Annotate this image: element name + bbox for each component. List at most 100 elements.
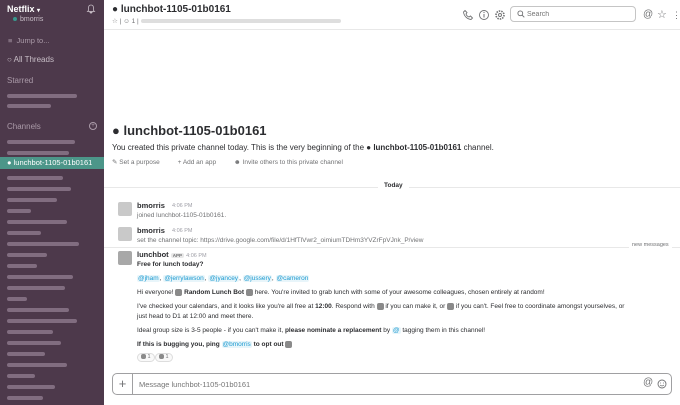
channel-item[interactable] <box>0 347 104 357</box>
channel-item[interactable] <box>0 380 104 390</box>
more-icon[interactable]: ⋮ <box>672 9 680 21</box>
thumbs-up-icon <box>141 354 146 360</box>
channel-item[interactable] <box>0 325 104 335</box>
user-mention[interactable]: @cameron <box>275 275 310 282</box>
bell-icon[interactable] <box>86 4 96 14</box>
intro-title: ● lunchbot-1105-01b0161 <box>112 123 267 138</box>
user-mention[interactable]: @jussery <box>242 275 272 282</box>
set-purpose-link[interactable]: ✎ Set a purpose <box>112 159 168 166</box>
info-icon[interactable] <box>478 9 490 21</box>
message-time[interactable]: 4:06 PM <box>172 203 192 209</box>
message-author[interactable]: bmorris <box>137 201 165 210</box>
star-icon[interactable]: ☆ <box>657 9 669 21</box>
starred-section-title[interactable]: Starred <box>7 76 33 85</box>
channel-meta: ☆ | ☺ 1 | <box>112 17 341 25</box>
channel-item[interactable] <box>0 193 104 203</box>
channel-item[interactable] <box>0 237 104 247</box>
starred-item[interactable] <box>0 89 104 99</box>
user-mention[interactable]: @jham <box>137 275 160 282</box>
active-channel-label: lunchbot-1105-01b0161 <box>13 158 93 167</box>
channel-item[interactable] <box>0 281 104 291</box>
channel-item[interactable] <box>0 259 104 269</box>
phone-icon[interactable] <box>462 9 474 21</box>
invite-label: Invite others to this private channel <box>242 159 343 166</box>
new-messages-divider <box>104 247 680 248</box>
user-label: bmorris <box>20 16 44 23</box>
bot-name: lunchbot <box>137 250 169 259</box>
channel-item[interactable] <box>0 135 104 145</box>
emoji-picker-icon[interactable] <box>657 379 667 389</box>
bot-text-bold: please nominate a replacement <box>284 327 382 334</box>
intro-channel-ref[interactable]: ● lunchbot-1105-01b0161 <box>366 143 461 152</box>
gear-icon[interactable] <box>494 9 506 21</box>
channel-item[interactable] <box>0 182 104 192</box>
lock-icon: ● <box>112 4 119 15</box>
bot-text: here. You're invited to grab lunch with … <box>254 289 545 297</box>
bot-text: if you can make it, or <box>385 303 446 311</box>
avatar[interactable] <box>118 227 132 241</box>
channel-item[interactable] <box>0 226 104 236</box>
all-threads-link[interactable]: ○ All Threads <box>7 55 54 64</box>
all-threads-label: All Threads <box>13 55 54 64</box>
intro-text: You created this private channel today. … <box>112 143 494 152</box>
channel-item[interactable] <box>0 146 104 156</box>
add-app-link[interactable]: + Add an app <box>178 159 225 166</box>
bot-avatar[interactable] <box>118 251 132 265</box>
message-time[interactable]: 4:06 PM <box>186 253 206 259</box>
channel-item[interactable] <box>0 215 104 225</box>
channel-item[interactable] <box>0 204 104 214</box>
bot-emoji-icon <box>245 289 253 296</box>
user-mention[interactable]: @jyancey <box>208 275 240 282</box>
add-channel-icon[interactable]: + <box>89 122 97 130</box>
sidebar: Netflix ▾ bmorris ≡ Jump to... ○ All Thr… <box>0 0 104 405</box>
message-time[interactable]: 4:06 PM <box>172 228 192 234</box>
workspace-name[interactable]: Netflix ▾ <box>7 4 40 14</box>
channel-item[interactable] <box>0 270 104 280</box>
channel-item[interactable] <box>0 292 104 302</box>
search-input[interactable] <box>527 8 627 20</box>
star-icon[interactable]: ☆ <box>112 18 118 25</box>
message-author[interactable]: bmorris <box>137 226 165 235</box>
day-label: Today <box>378 182 409 189</box>
bot-text: if you can't. Feel free to coordinate am… <box>455 303 625 311</box>
channel-item[interactable] <box>0 369 104 379</box>
channel-item-active[interactable]: ● lunchbot-1105-01b0161 <box>0 157 104 169</box>
new-messages-label: new messages <box>629 242 672 248</box>
reaction-thumbs-up[interactable]: 1 <box>137 353 155 362</box>
channel-item[interactable] <box>0 314 104 324</box>
user-mention[interactable]: @bmorris <box>221 341 252 349</box>
invite-link[interactable]: ☻ Invite others to this private channel <box>234 159 351 166</box>
member-count[interactable]: 1 <box>132 18 136 25</box>
bot-text: tagging them in this channel! <box>402 327 486 334</box>
bot-text: . Respond with <box>331 303 375 311</box>
current-user[interactable]: bmorris <box>13 16 43 23</box>
intro-text-after: channel. <box>463 143 494 152</box>
reaction-count: 1 <box>147 354 151 360</box>
threads-icon: ○ <box>7 55 12 64</box>
panda-emoji-icon <box>285 341 293 348</box>
member-icon[interactable]: ☺ <box>123 18 130 25</box>
search-box[interactable] <box>510 6 636 22</box>
channel-item[interactable] <box>0 391 104 401</box>
channel-item[interactable] <box>0 171 104 181</box>
channel-item[interactable] <box>0 358 104 368</box>
channel-item[interactable] <box>0 248 104 258</box>
add-app-label: Add an app <box>182 159 217 166</box>
thumbs-up-icon <box>376 303 384 310</box>
channel-item[interactable] <box>0 336 104 346</box>
message-input[interactable] <box>139 378 619 390</box>
mentions-icon[interactable]: @ <box>643 9 655 21</box>
channels-section-title[interactable]: Channels <box>7 122 41 131</box>
bot-author[interactable]: lunchbot APP 4:06 PM <box>137 250 207 259</box>
channel-title[interactable]: ● lunchbot-1105-01b0161 <box>112 4 231 15</box>
channel-item[interactable] <box>0 303 104 313</box>
mention-at-icon[interactable]: @ <box>643 377 653 388</box>
starred-item[interactable] <box>0 99 104 109</box>
reaction-thumbs-down[interactable]: 1 <box>155 353 173 362</box>
avatar[interactable] <box>118 202 132 216</box>
bot-line-optout: If this is bugging you, ping @bmorris to… <box>137 341 293 349</box>
user-mention[interactable]: @jerrylawson <box>163 275 205 282</box>
jump-to-button[interactable]: ≡ Jump to... <box>8 36 49 45</box>
attach-plus-button[interactable]: + <box>113 374 133 394</box>
intro-links: ✎ Set a purpose + Add an app ☻ Invite ot… <box>112 158 359 166</box>
